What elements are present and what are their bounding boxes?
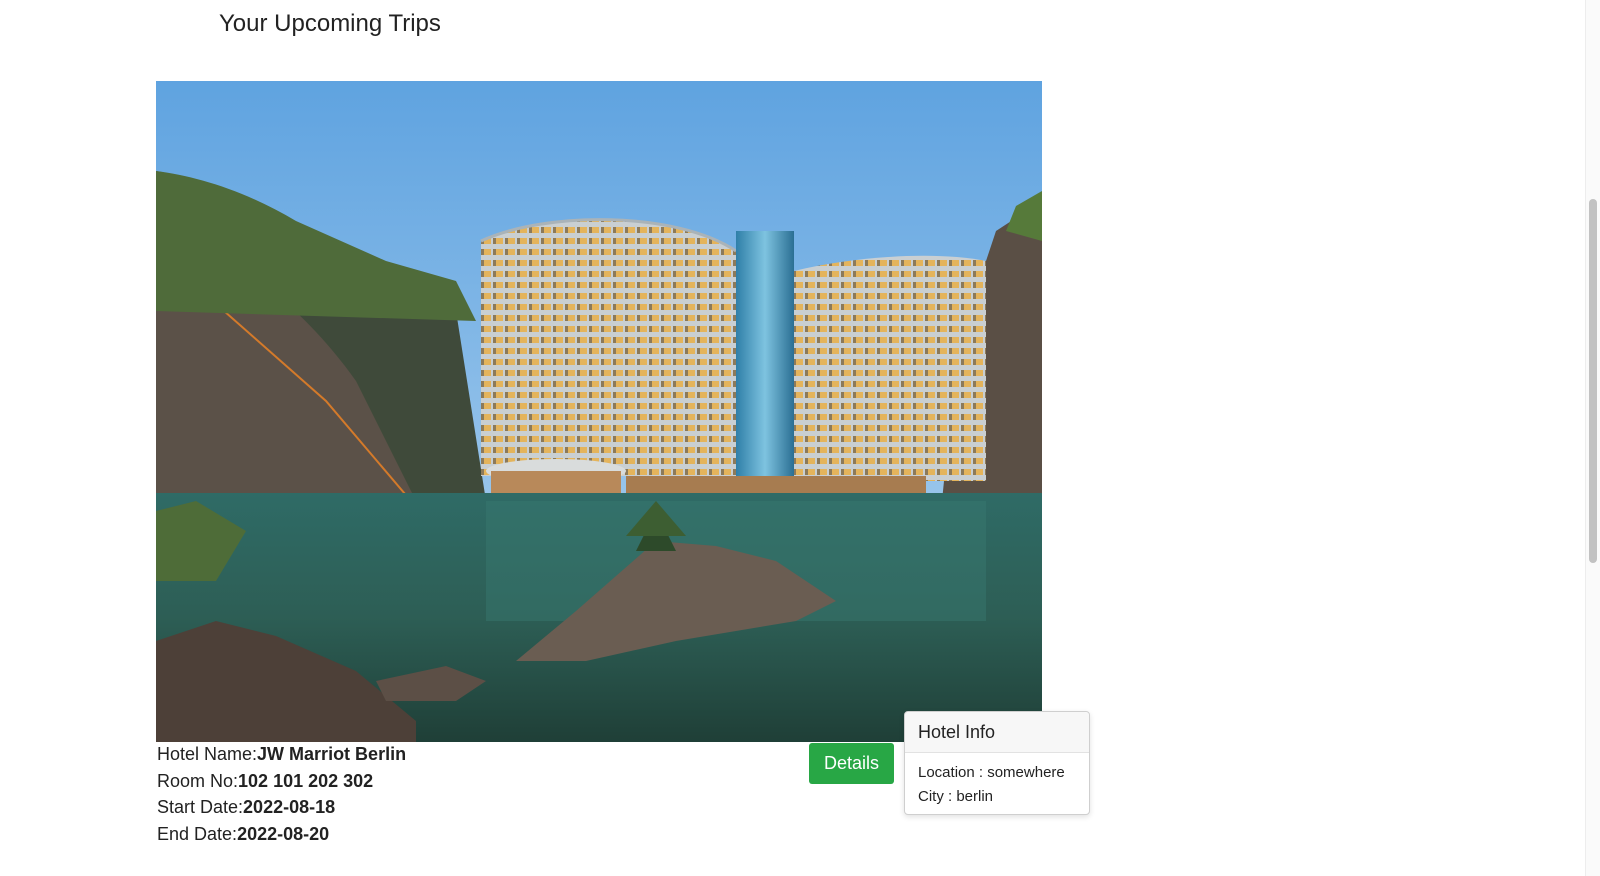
end-date-label: End Date:: [157, 823, 238, 844]
start-date-row: Start Date:2022-08-18: [157, 794, 406, 821]
start-date-label: Start Date:: [157, 797, 244, 817]
room-no-label: Room No:: [157, 770, 239, 791]
details-button[interactable]: Details: [809, 743, 894, 784]
popover-title: Hotel Info: [905, 712, 1089, 753]
scrollbar-track[interactable]: [1585, 0, 1600, 876]
hotel-info-popover: Hotel Info Location : somewhere City : b…: [904, 711, 1090, 815]
end-date-row: End Date:2022-08-20: [157, 821, 406, 848]
hotel-photo: [156, 81, 1042, 742]
room-no-value: 102 101 202 302: [238, 770, 374, 791]
hotel-name-label: Hotel Name:: [157, 744, 258, 764]
page-title: Your Upcoming Trips: [219, 10, 441, 37]
popover-body: Location : somewhere City : berlin: [905, 753, 1089, 817]
hotel-city: City : berlin: [918, 788, 994, 805]
hotel-name-value: JW Marriot Berlin: [257, 744, 407, 764]
page: Your Upcoming Trips Hotel Name:JW Marrio…: [0, 0, 1600, 876]
end-date-value: 2022-08-20: [237, 823, 330, 844]
hotel-name-row: Hotel Name:JW Marriot Berlin: [157, 741, 406, 768]
room-no-row: Room No:102 101 202 302: [157, 768, 406, 795]
start-date-value: 2022-08-18: [243, 797, 336, 817]
hotel-location: Location : somewhere: [918, 764, 1065, 781]
trip-info: Hotel Name:JW Marriot Berlin Room No:102…: [157, 741, 406, 847]
scrollbar-thumb[interactable]: [1589, 199, 1597, 563]
